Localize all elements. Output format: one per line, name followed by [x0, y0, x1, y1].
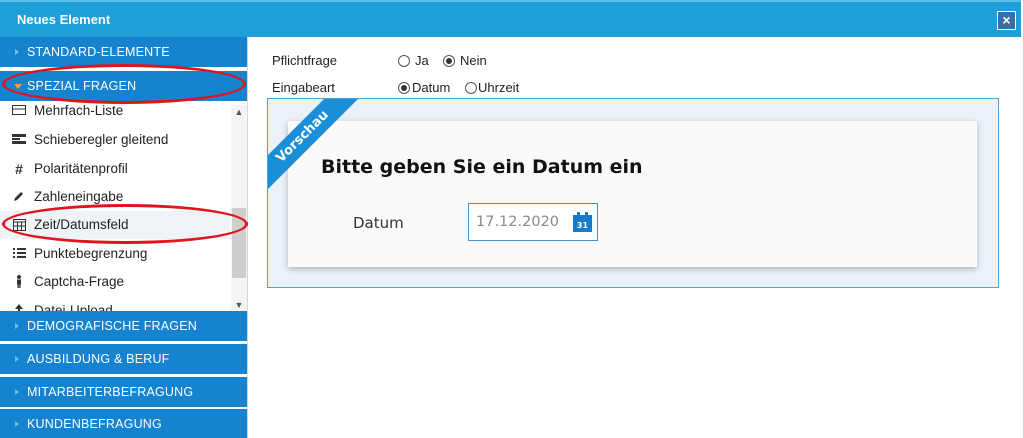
list-item-datei-upload[interactable]: Datei-Upload: [0, 297, 230, 312]
preview-question: Bitte geben Sie ein Datum ein: [321, 156, 643, 178]
close-button[interactable]: ×: [997, 11, 1016, 30]
chevron-right-icon: [15, 49, 19, 55]
category-label: STANDARD-ELEMENTE: [27, 45, 170, 59]
date-field-label: Datum: [353, 214, 404, 232]
input-type-time-label: Uhrzeit: [478, 80, 520, 95]
list-item-label: Zahleneingabe: [34, 189, 124, 204]
list-item-label: Punktebegrenzung: [34, 246, 148, 261]
input-type-label: Eingabeart: [272, 80, 335, 95]
chevron-right-icon: [15, 356, 19, 362]
calendar-icon[interactable]: 31: [573, 212, 592, 232]
input-type-date-label: Datum: [412, 80, 451, 95]
chevron-right-icon: [15, 421, 19, 427]
input-type-time-radio[interactable]: [465, 82, 477, 94]
element-list: Mehrfach-Liste Schieberegler gleitend # …: [0, 105, 247, 312]
required-yes-radio[interactable]: [398, 55, 410, 67]
category-label: DEMOGRAFISCHE FRAGEN: [27, 319, 197, 333]
required-question-label: Pflichtfrage: [272, 53, 338, 68]
scroll-thumb[interactable]: [232, 208, 246, 278]
category-demografische-fragen[interactable]: DEMOGRAFISCHE FRAGEN: [0, 311, 247, 341]
date-input[interactable]: 17.12.2020 31: [468, 203, 598, 241]
chevron-right-icon: [15, 389, 19, 395]
category-mitarbeiterbefragung[interactable]: MITARBEITERBEFRAGUNG: [0, 377, 247, 407]
category-ausbildung-beruf[interactable]: AUSBILDUNG & BERUF: [0, 344, 247, 374]
dialog-titlebar: Neues Element ×: [0, 0, 1021, 37]
chevron-down-icon: [14, 84, 22, 89]
category-spezial-fragen[interactable]: SPEZIAL FRAGEN: [0, 71, 247, 101]
slider-icon: [12, 133, 26, 147]
list-item-mehrfach-liste[interactable]: Mehrfach-Liste: [0, 105, 230, 125]
category-label: AUSBILDUNG & BERUF: [27, 352, 170, 366]
list-scrollbar[interactable]: ▲ ▼: [231, 105, 247, 312]
chevron-right-icon: [15, 323, 19, 329]
list-item-schieberegler[interactable]: Schieberegler gleitend: [0, 126, 230, 154]
pencil-icon: [12, 190, 26, 204]
scroll-down-arrow-icon[interactable]: ▼: [231, 298, 247, 312]
list-item-label: Mehrfach-Liste: [34, 105, 124, 118]
new-element-dialog: Neues Element × STANDARD-ELEMENTE SPEZIA…: [0, 0, 1024, 438]
scroll-up-arrow-icon[interactable]: ▲: [231, 105, 247, 119]
calendar-grid-icon: [12, 218, 26, 232]
list-item-captcha-frage[interactable]: Captcha-Frage: [0, 268, 230, 296]
preview-area: Vorschau Bitte geben Sie ein Datum ein D…: [267, 98, 999, 288]
required-no-label: Nein: [460, 53, 487, 68]
dialog-title: Neues Element: [17, 12, 111, 27]
list-item-label: Polaritätenprofil: [34, 161, 128, 176]
list-box-icon: [12, 105, 26, 118]
list-item-label: Zeit/Datumsfeld: [34, 217, 129, 232]
element-sidebar: STANDARD-ELEMENTE SPEZIAL FRAGEN Mehrfac…: [0, 37, 248, 438]
list-item-zeit-datumsfeld[interactable]: Zeit/Datumsfeld: [0, 211, 230, 239]
list-item-polaritaetenprofil[interactable]: # Polaritätenprofil: [0, 155, 230, 183]
hash-icon: #: [15, 161, 23, 177]
person-icon: [12, 275, 26, 289]
preview-card: Bitte geben Sie ein Datum ein Datum 17.1…: [288, 121, 977, 267]
input-type-date-radio[interactable]: [398, 82, 410, 94]
list-item-zahleneingabe[interactable]: Zahleneingabe: [0, 183, 230, 211]
category-standard-elemente[interactable]: STANDARD-ELEMENTE: [0, 37, 247, 67]
required-yes-label: Ja: [415, 53, 429, 68]
category-label: KUNDENBEFRAGUNG: [27, 417, 162, 431]
category-label: MITARBEITERBEFRAGUNG: [27, 385, 194, 399]
calendar-day-number: 31: [573, 220, 592, 232]
date-input-value: 17.12.2020: [476, 214, 560, 230]
list-item-label: Schieberegler gleitend: [34, 132, 169, 147]
list-item-label: Captcha-Frage: [34, 274, 125, 289]
bullet-list-icon: [12, 247, 26, 261]
list-item-punktebegrenzung[interactable]: Punktebegrenzung: [0, 240, 230, 268]
required-no-radio[interactable]: [443, 55, 455, 67]
category-label: SPEZIAL FRAGEN: [27, 79, 137, 93]
element-settings-panel: Pflichtfrage Ja Nein Eingabeart Datum Uh…: [248, 37, 1021, 438]
category-kundenbefragung[interactable]: KUNDENBEFRAGUNG: [0, 409, 247, 438]
